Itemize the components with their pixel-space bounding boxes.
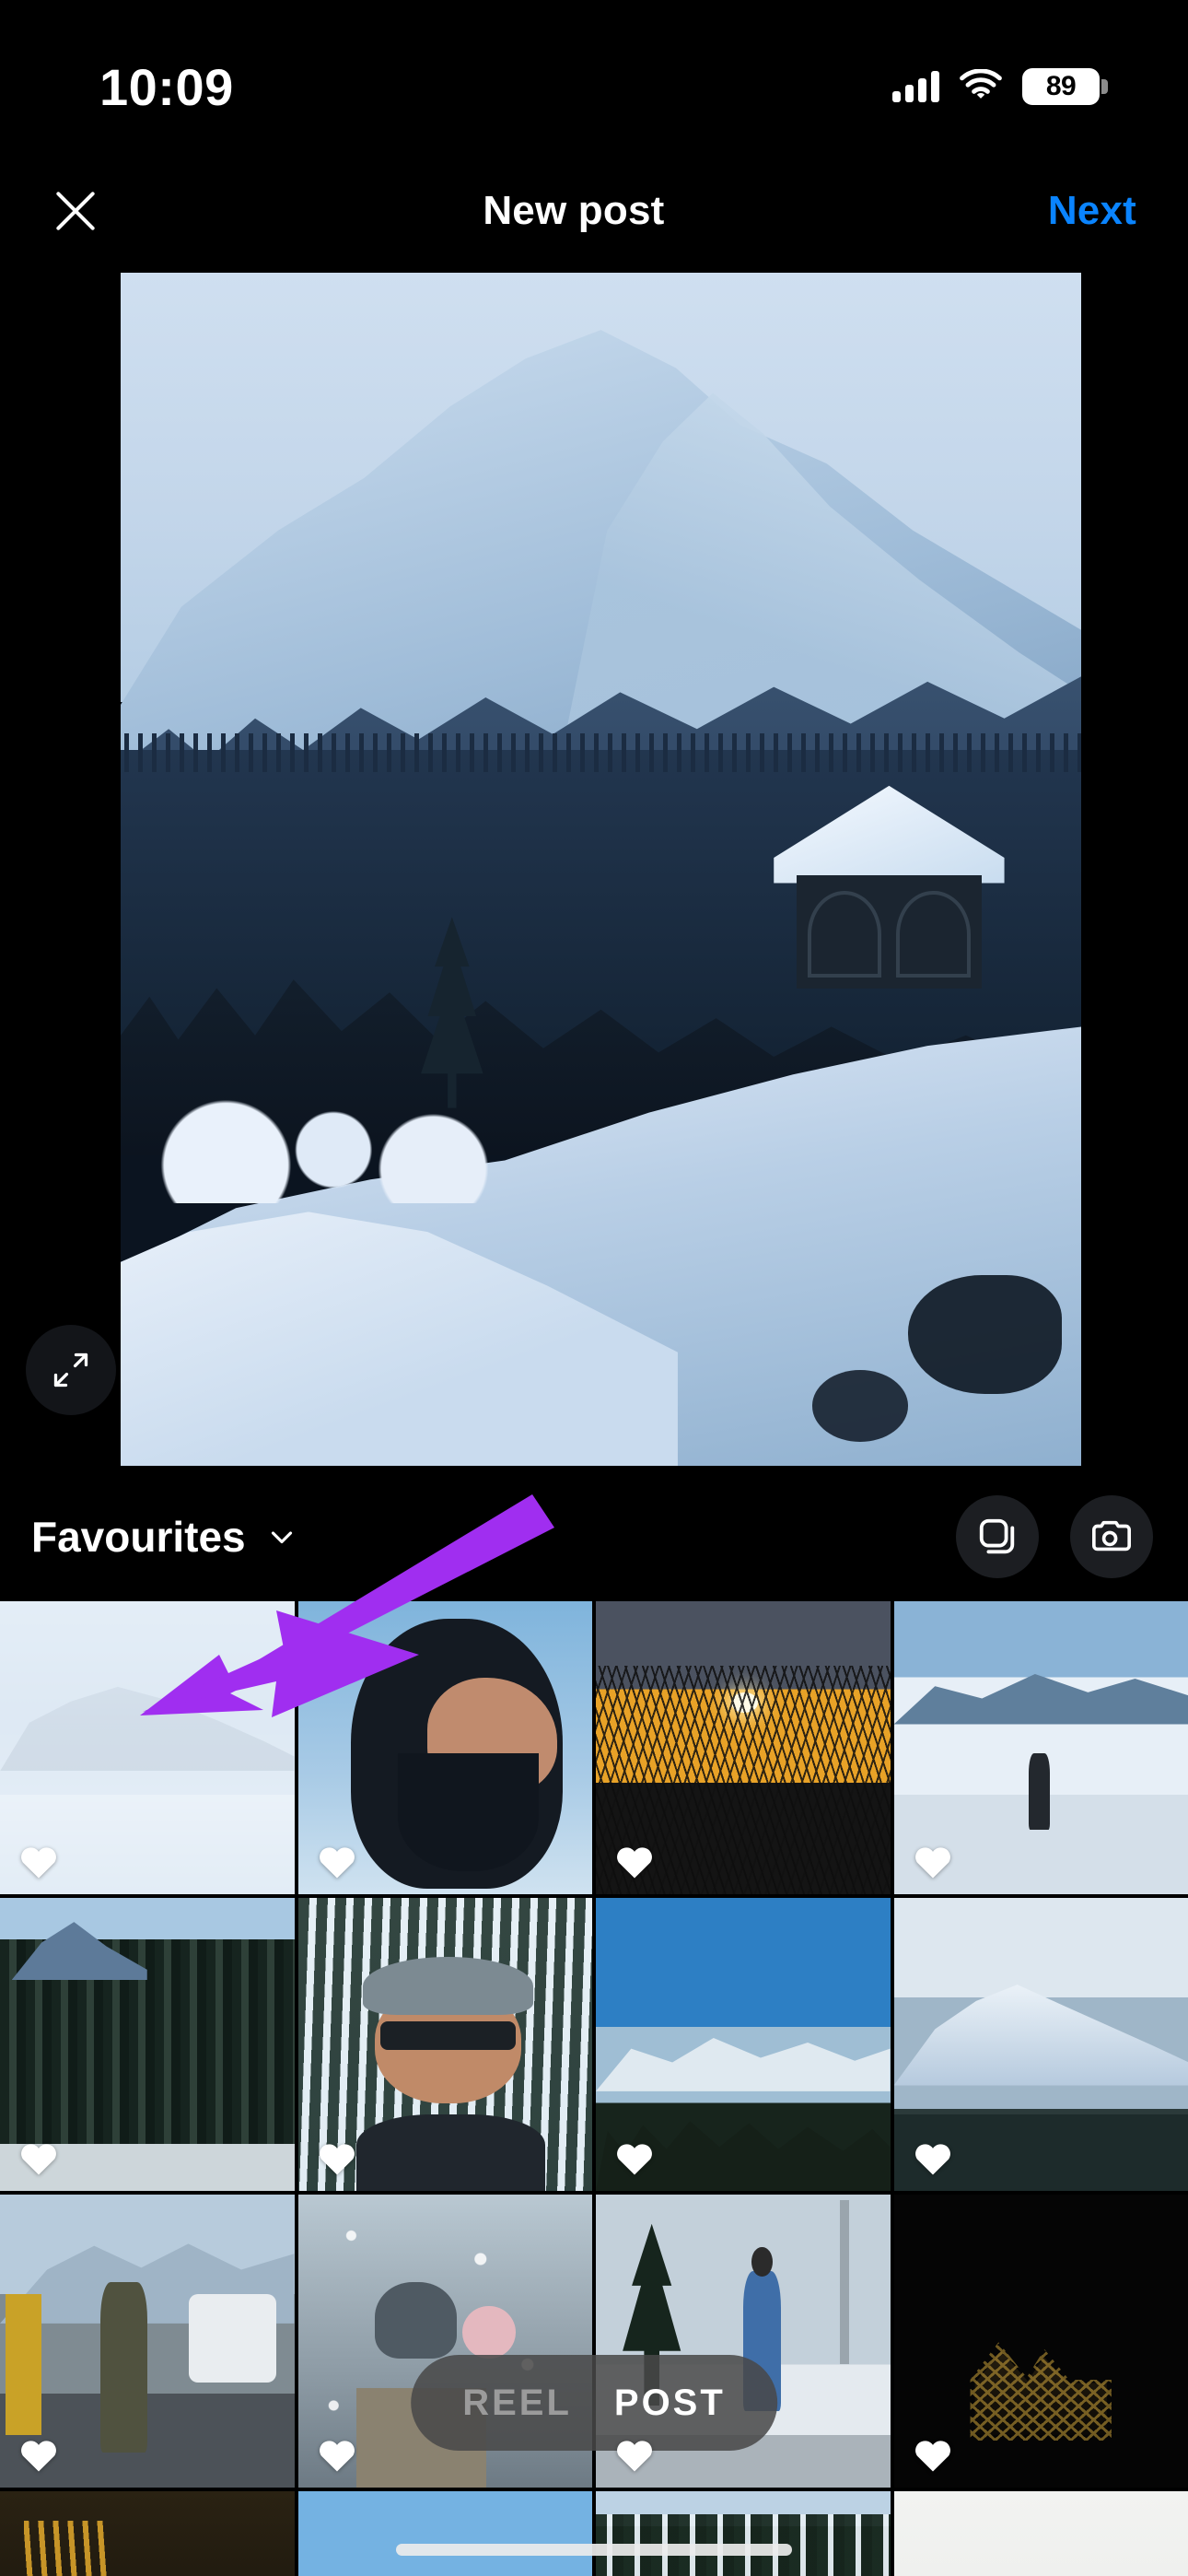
chevron-down-icon <box>271 1531 292 1544</box>
heart-icon <box>617 1847 652 1879</box>
instagram-new-post-screen: 10:09 89 New post Next Favourites REEL P… <box>0 0 1188 2576</box>
thumbnail-artwork <box>893 2491 1188 2576</box>
heart-icon <box>617 2441 652 2472</box>
preview-photo-artwork <box>121 273 1081 1466</box>
album-selector[interactable]: Favourites <box>31 1512 299 1562</box>
album-name-label: Favourites <box>31 1513 246 1561</box>
heart-icon <box>319 1847 355 1879</box>
thumbnail-artwork <box>297 2491 592 2576</box>
heart-icon <box>319 2144 355 2175</box>
heart-icon <box>21 2441 56 2472</box>
battery-level-label: 89 <box>1045 71 1077 101</box>
cellular-signal-icon <box>892 71 939 102</box>
thumbnail-artwork <box>596 2491 891 2576</box>
multi-select-button[interactable] <box>956 1495 1039 1578</box>
heart-icon <box>21 2144 56 2175</box>
camera-button[interactable] <box>1070 1495 1153 1578</box>
close-icon <box>56 192 95 230</box>
expand-crop-icon <box>53 1352 88 1388</box>
status-bar-icons: 89 <box>892 67 1108 105</box>
gallery-thumbnail[interactable] <box>893 1898 1188 2191</box>
heart-icon <box>914 1847 950 1879</box>
mode-reel-option[interactable]: REEL <box>462 2383 572 2424</box>
gallery-thumbnail[interactable] <box>596 1898 891 2191</box>
gallery-thumbnail[interactable] <box>0 1601 295 1894</box>
multi-select-layers-icon <box>979 1518 1015 1554</box>
mode-toggle[interactable]: REEL POST <box>411 2355 777 2451</box>
wifi-icon <box>960 67 1002 105</box>
heart-icon <box>914 2144 950 2175</box>
gallery-thumbnail[interactable] <box>297 1601 592 1894</box>
gallery-thumbnail[interactable] <box>893 1601 1188 1894</box>
status-bar: 10:09 89 <box>0 0 1188 157</box>
gallery-thumbnail[interactable] <box>297 1898 592 2191</box>
expand-crop-button[interactable] <box>26 1325 116 1415</box>
heart-icon <box>21 1847 56 1879</box>
gallery-thumbnail[interactable] <box>0 2491 295 2576</box>
status-bar-clock: 10:09 <box>99 57 234 116</box>
close-button[interactable] <box>39 174 112 248</box>
photo-preview[interactable] <box>121 273 1081 1466</box>
gallery-thumbnail[interactable] <box>893 2195 1188 2488</box>
page-title: New post <box>483 188 665 233</box>
gallery-thumbnail[interactable] <box>297 2491 592 2576</box>
album-actions <box>956 1495 1153 1578</box>
battery-icon: 89 <box>1022 68 1108 105</box>
thumbnail-artwork <box>0 2491 295 2576</box>
gallery-thumbnail[interactable] <box>596 1601 891 1894</box>
heart-icon <box>617 2144 652 2175</box>
header-bar: New post Next <box>0 157 1188 265</box>
heart-icon <box>914 2441 950 2472</box>
gallery-thumbnail[interactable] <box>0 1898 295 2191</box>
camera-icon <box>1092 1520 1131 1551</box>
album-bar: Favourites <box>0 1474 1188 1599</box>
mode-post-option[interactable]: POST <box>614 2383 726 2424</box>
heart-icon <box>319 2441 355 2472</box>
gallery-thumbnail[interactable] <box>596 2491 891 2576</box>
gallery-thumbnail[interactable] <box>893 2491 1188 2576</box>
next-button[interactable]: Next <box>1035 179 1149 243</box>
home-indicator <box>396 2544 792 2556</box>
gallery-thumbnail[interactable] <box>0 2195 295 2488</box>
